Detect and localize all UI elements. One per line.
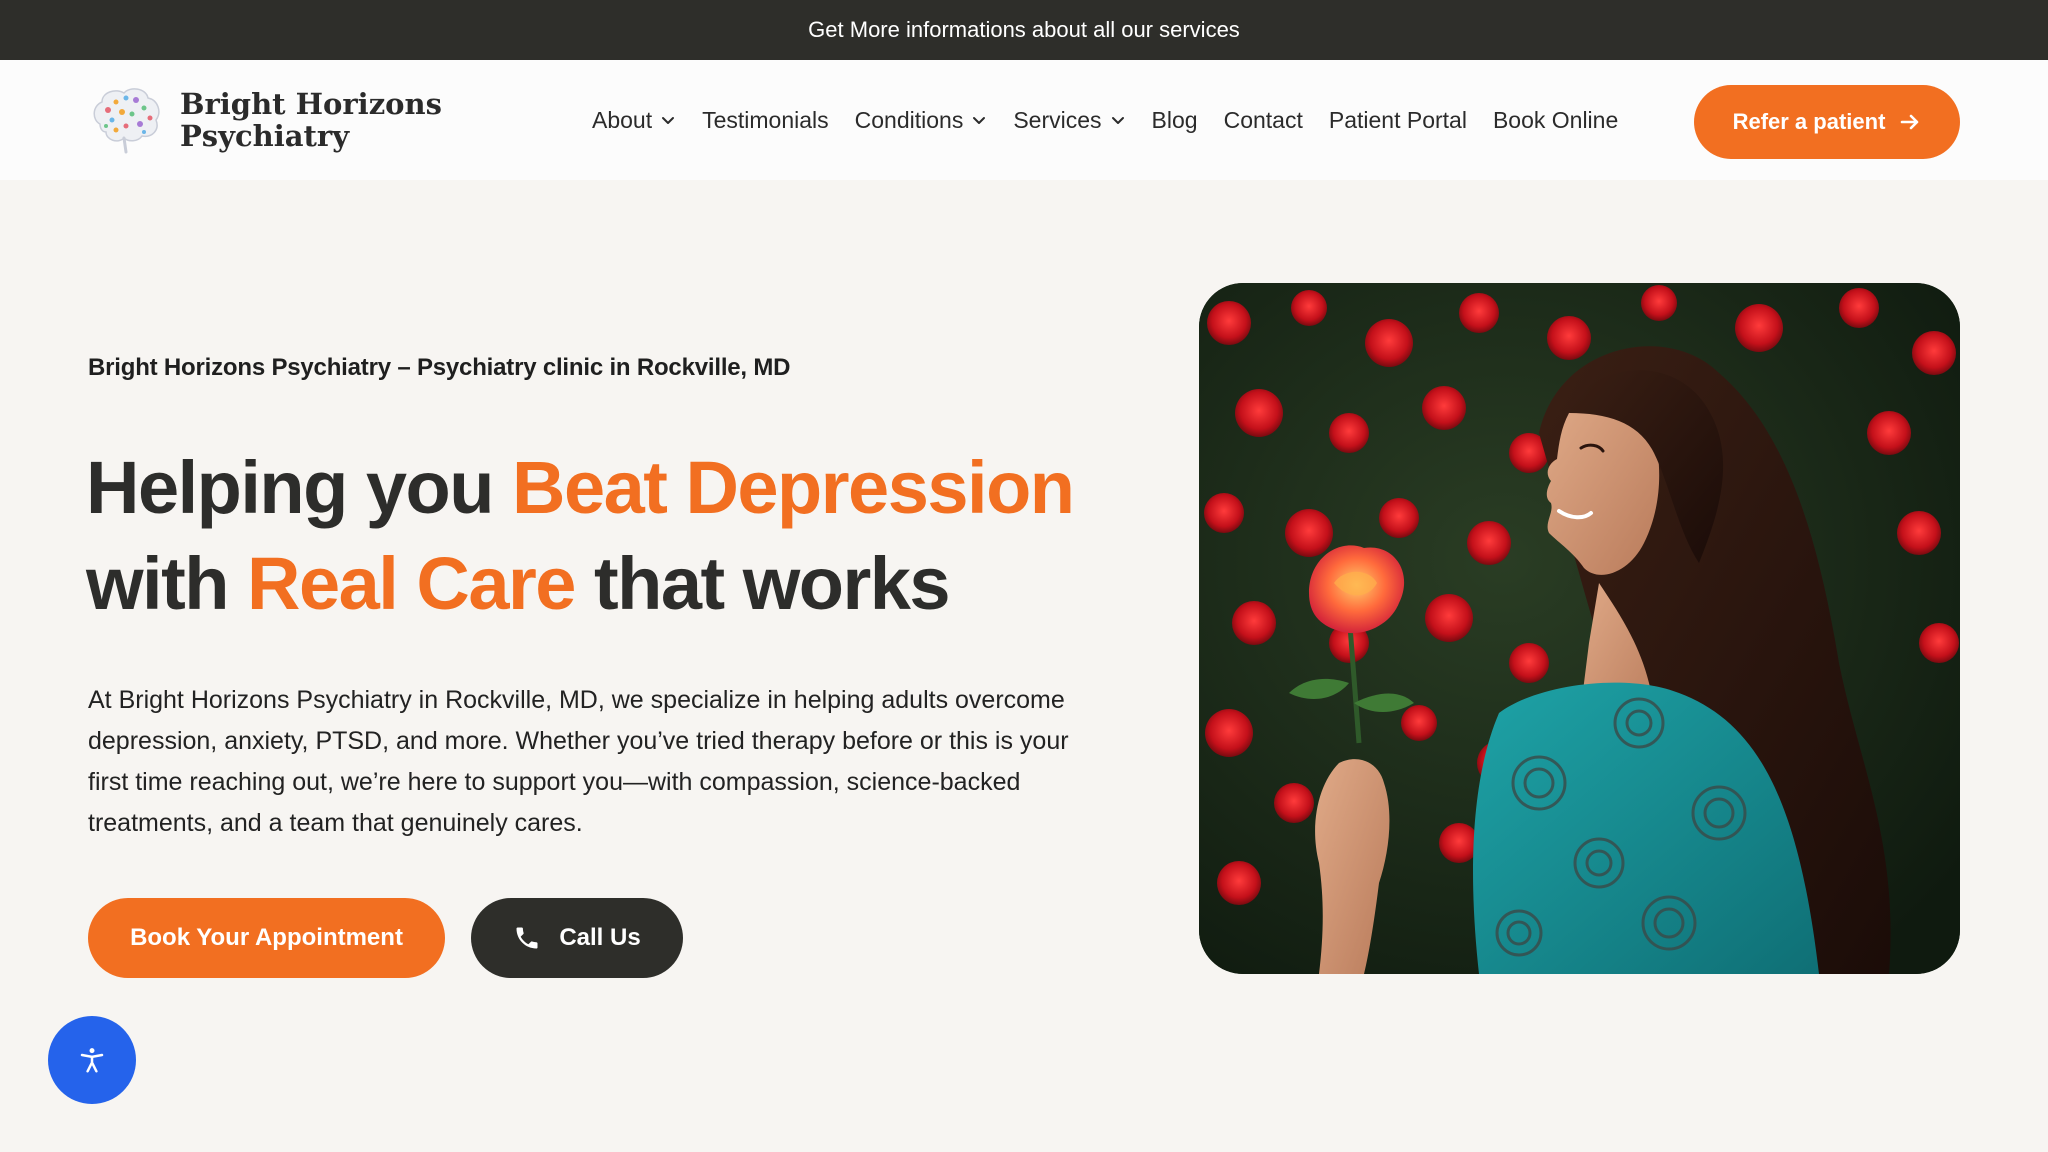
nav-item-about[interactable]: About xyxy=(592,107,676,134)
headline-part-1: Helping you xyxy=(86,446,512,529)
nav-item-label: Contact xyxy=(1223,106,1303,133)
nav-item-label: Patient Portal xyxy=(1328,106,1467,133)
book-appointment-button[interactable]: Book Your Appointment xyxy=(88,898,445,978)
nav-item-label: Conditions xyxy=(854,106,964,133)
refer-patient-label: Refer a patient xyxy=(1732,109,1886,134)
nav-item-label: Book Online xyxy=(1492,106,1619,133)
chevron-down-icon xyxy=(1111,117,1124,124)
headline-highlight-1: Beat Depression xyxy=(512,446,1075,529)
book-appointment-label: Book Your Appointment xyxy=(130,924,403,951)
nav-item-testimonials[interactable]: Testimonials xyxy=(702,107,829,134)
refer-patient-button[interactable]: Refer a patient xyxy=(1694,85,1960,159)
logo[interactable]: Bright Horizons Psychiatry xyxy=(86,80,442,160)
logo-line-1: Bright Horizons xyxy=(180,87,442,121)
accessibility-button[interactable] xyxy=(48,1016,136,1104)
headline-part-3: that works xyxy=(574,542,951,625)
nav-item-patient-portal[interactable]: Patient Portal xyxy=(1329,107,1467,134)
arrow-right-icon xyxy=(1901,114,1919,130)
hero-kicker: Bright Horizons Psychiatry – Psychiatry … xyxy=(88,354,791,381)
nav-item-label: Blog xyxy=(1151,106,1198,133)
nav-item-label: About xyxy=(592,106,653,133)
logo-line-2: Psychiatry xyxy=(180,119,350,153)
chevron-down-icon xyxy=(973,117,986,124)
hero-description: At Bright Horizons Psychiatry in Rockvil… xyxy=(88,686,1069,837)
call-us-label: Call Us xyxy=(559,924,641,951)
chevron-down-icon xyxy=(662,117,675,124)
site-header: Bright Horizons Psychiatry About Testimo… xyxy=(0,60,2048,180)
hero-headline: Helping you Beat Depression with Real Ca… xyxy=(86,440,1136,632)
nav-item-blog[interactable]: Blog xyxy=(1152,107,1198,134)
woman-with-rose-photo xyxy=(1199,283,1960,974)
brain-icon xyxy=(93,88,160,154)
accessibility-icon xyxy=(80,1048,104,1073)
nav-item-services[interactable]: Services xyxy=(1013,107,1125,134)
main-nav: About Testimonials Conditions Services B… xyxy=(592,60,1618,180)
headline-highlight-2: Real Care xyxy=(247,542,576,625)
nav-item-book-online[interactable]: Book Online xyxy=(1493,107,1618,134)
logo-wordmark: Bright Horizons Psychiatry xyxy=(180,88,442,152)
headline-part-2: with xyxy=(86,542,248,625)
nav-item-label: Testimonials xyxy=(702,106,829,133)
call-us-button[interactable]: Call Us xyxy=(471,898,683,978)
announcement-text[interactable]: Get More informations about all our serv… xyxy=(808,17,1240,43)
announcement-bar[interactable]: Get More informations about all our serv… xyxy=(0,0,2048,60)
nav-item-contact[interactable]: Contact xyxy=(1224,107,1303,134)
hero-image xyxy=(1199,283,1960,974)
nav-item-label: Services xyxy=(1013,106,1102,133)
nav-item-conditions[interactable]: Conditions xyxy=(855,107,988,134)
phone-icon xyxy=(516,927,538,949)
